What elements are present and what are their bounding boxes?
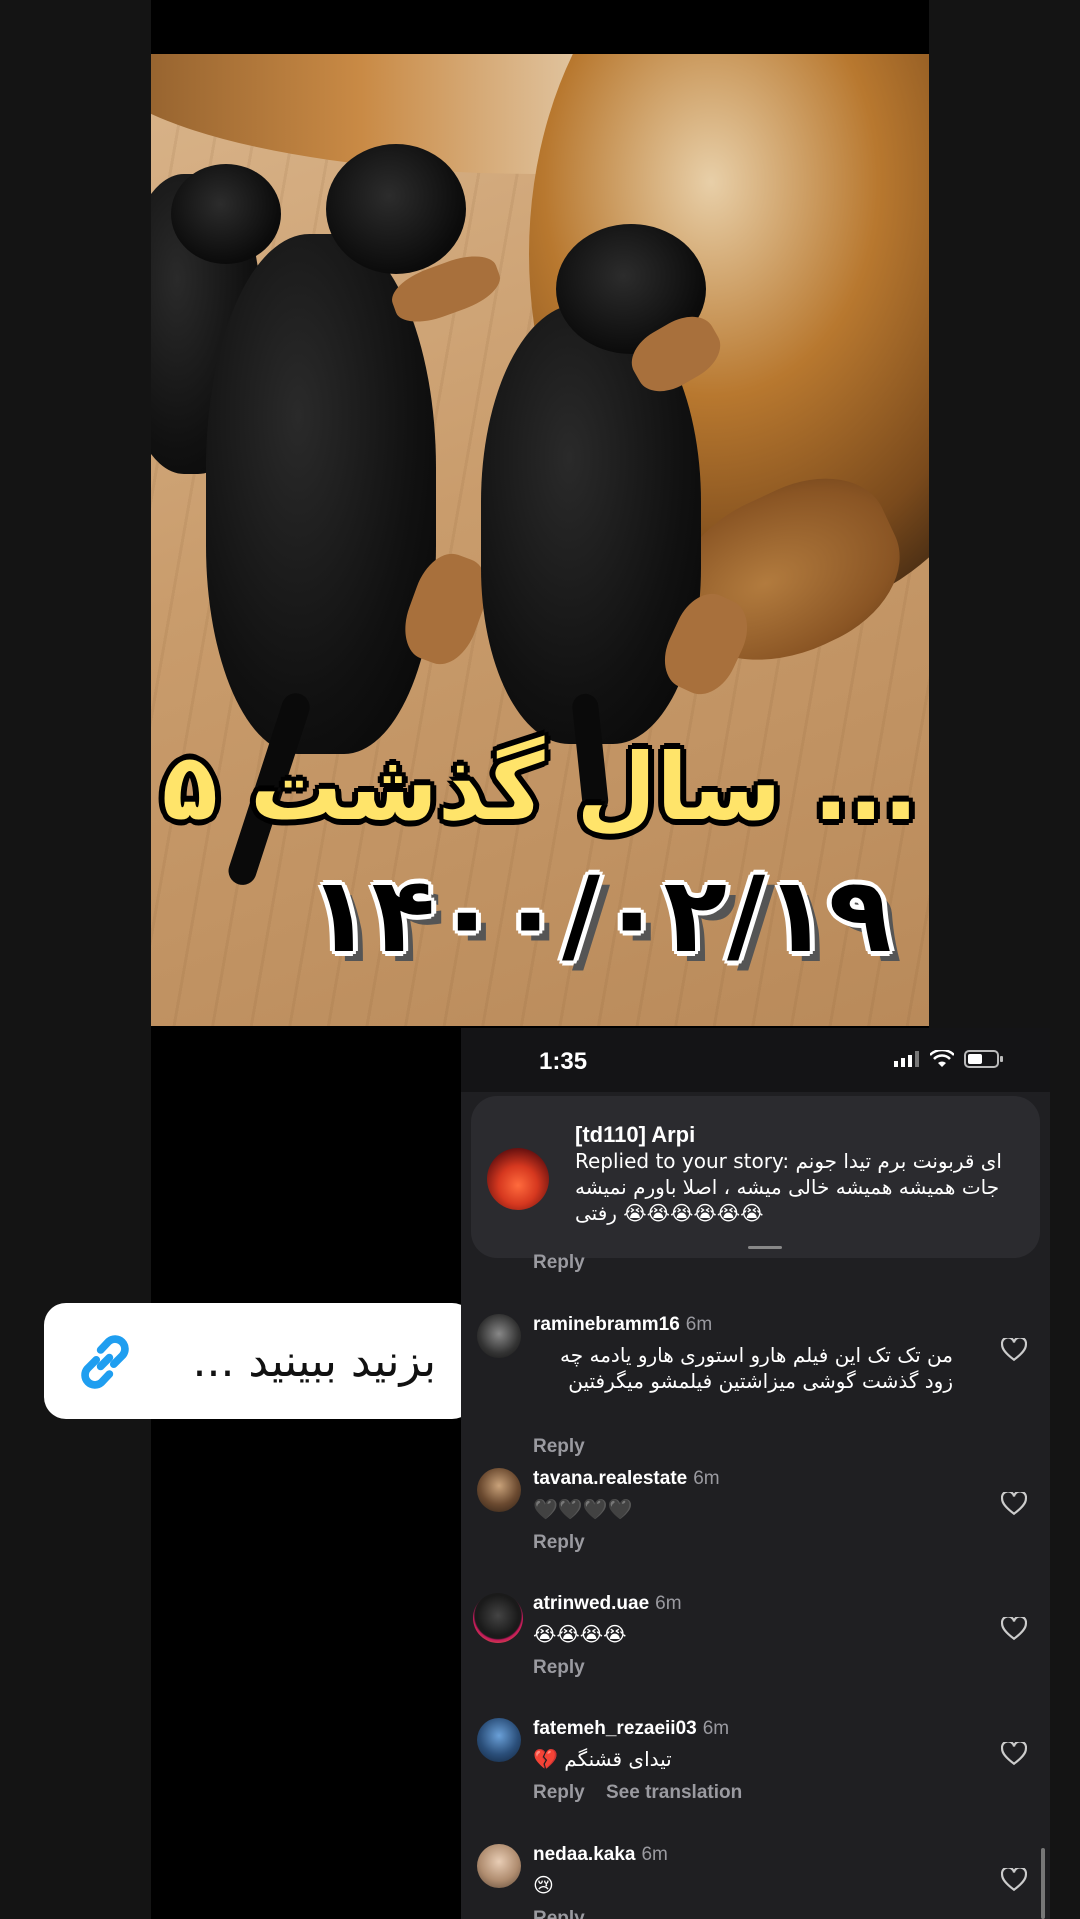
heart-icon[interactable]	[1001, 1338, 1027, 1362]
comment-item: atrinwed.uae 6m 😭😭😭😭 Reply	[461, 1593, 1050, 1693]
comment-text: 😢	[533, 1873, 554, 1897]
comment-username[interactable]: raminebramm16 6m	[533, 1314, 712, 1336]
heart-icon[interactable]	[1001, 1868, 1027, 1892]
comment-username[interactable]: nedaa.kaka 6m	[533, 1844, 668, 1866]
signal-icon	[894, 1051, 919, 1067]
status-icons	[894, 1050, 1004, 1068]
avatar[interactable]	[477, 1314, 521, 1358]
avatar[interactable]	[477, 1718, 521, 1762]
link-sticker-label: بزنید ببینید ...	[192, 1335, 436, 1387]
story-photo: ۵ سال گذشت ... ۱۴۰۰/۰۲/۱۹	[151, 54, 929, 1026]
notification-avatar	[487, 1148, 549, 1210]
username-text: raminebramm16	[533, 1314, 680, 1335]
story-caption-years: ۵ سال گذشت ...	[161, 734, 919, 841]
comment-text: 🖤🖤🖤🖤	[533, 1497, 633, 1521]
comment-item: fatemeh_rezaeii03 6m تیدای قشنگم 💔 Reply …	[461, 1718, 1050, 1818]
comment-text: من تک تک این فیلم هارو استوری هارو یادمه…	[560, 1343, 953, 1393]
heart-icon[interactable]	[1001, 1742, 1027, 1766]
heart-icon[interactable]	[1001, 1492, 1027, 1516]
reply-notification[interactable]: [td110] Arpi Replied to your story: ای ق…	[471, 1096, 1040, 1258]
status-time: 1:35	[539, 1048, 588, 1075]
comment-time: 6m	[693, 1468, 720, 1489]
comment-text: 😭😭😭😭	[533, 1622, 627, 1646]
avatar[interactable]	[477, 1844, 521, 1888]
notification-body: Replied to your story: ای قربونت برم تید…	[575, 1149, 1002, 1225]
avatar[interactable]	[477, 1468, 521, 1512]
username-text: nedaa.kaka	[533, 1844, 636, 1865]
wifi-icon	[930, 1050, 954, 1067]
scrollbar[interactable]	[1041, 1848, 1045, 1919]
comment-username[interactable]: tavana.realestate 6m	[533, 1468, 720, 1490]
comment-item: raminebramm16 6m من تک تک این فیلم هارو ا…	[461, 1314, 1050, 1457]
reply-button[interactable]: Reply	[533, 1657, 585, 1679]
status-bar: 1:35	[461, 1028, 1050, 1092]
puppy-left-head	[171, 164, 281, 264]
reply-button[interactable]: Reply	[533, 1532, 585, 1554]
comment-time: 6m	[641, 1844, 668, 1865]
comments-screenshot: 1:35 [td110] Arpi Replied to your story:…	[461, 1028, 1050, 1919]
comment-text: تیدای قشنگم 💔	[533, 1747, 672, 1771]
comment-time: 6m	[655, 1593, 682, 1614]
comment-item: tavana.realestate 6m 🖤🖤🖤🖤 Reply	[461, 1468, 1050, 1568]
heart-icon[interactable]	[1001, 1617, 1027, 1641]
comment-time: 6m	[702, 1718, 730, 1739]
username-text: tavana.realestate	[533, 1468, 688, 1489]
notification-title: [td110] Arpi	[575, 1122, 696, 1147]
reply-button[interactable]: Reply	[533, 1252, 585, 1274]
link-sticker[interactable]: بزنید ببینید ...	[44, 1303, 474, 1419]
see-translation-link[interactable]: See translation	[606, 1782, 742, 1804]
username-text: atrinwed.uae	[533, 1593, 650, 1614]
comment-item: nedaa.kaka 6m 😢 Reply	[461, 1844, 1050, 1919]
username-text: fatemeh_rezaeii03	[533, 1718, 697, 1739]
left-background	[0, 0, 151, 1919]
battery-icon	[964, 1050, 1003, 1068]
avatar-with-story-ring[interactable]	[473, 1593, 523, 1643]
puppy-middle-head	[326, 144, 466, 274]
comment-time: 6m	[685, 1314, 713, 1335]
reply-button[interactable]: Reply	[533, 1782, 585, 1804]
story-caption-date: ۱۴۰۰/۰۲/۱۹	[308, 854, 892, 976]
reply-button[interactable]: Reply	[533, 1908, 585, 1919]
comment-username[interactable]: atrinwed.uae 6m	[533, 1593, 682, 1615]
link-icon	[81, 1335, 129, 1389]
comment-username[interactable]: fatemeh_rezaeii03 6m	[533, 1718, 729, 1740]
reply-button[interactable]: Reply	[533, 1436, 585, 1458]
notification-handle[interactable]	[748, 1246, 782, 1249]
